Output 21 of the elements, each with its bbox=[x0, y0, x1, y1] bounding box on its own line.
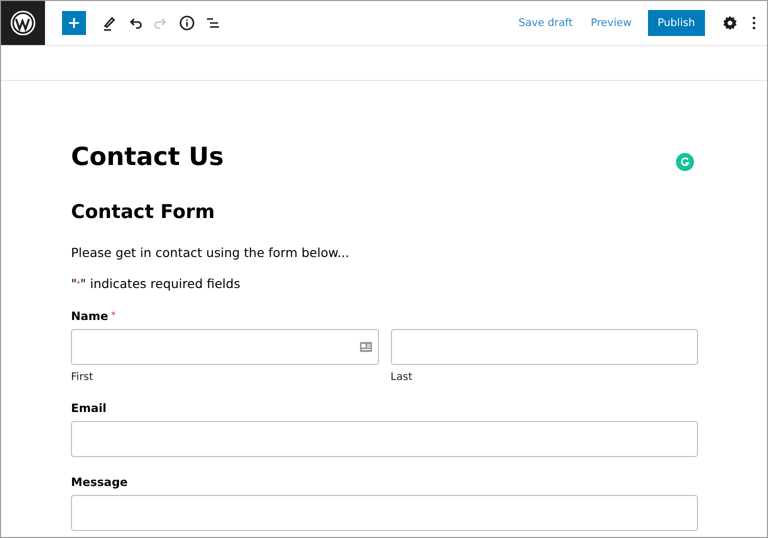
contact-card-icon bbox=[360, 342, 372, 352]
field-label: Email bbox=[71, 401, 106, 415]
required-fields-note: "$^{*}$" indicates required fields bbox=[71, 276, 242, 291]
field-sublabel: Last bbox=[390, 371, 414, 383]
field-sublabel: First bbox=[71, 371, 94, 383]
form-title: Contact Form bbox=[71, 201, 216, 223]
text-field[interactable] bbox=[71, 329, 378, 365]
preview-button[interactable]: Preview bbox=[584, 11, 638, 35]
add-block-button[interactable] bbox=[62, 11, 86, 35]
page-title: Contact Us bbox=[71, 142, 224, 170]
intro-text: Please get in contact using the form below... bbox=[71, 245, 350, 260]
required-asterisk: * bbox=[111, 311, 116, 321]
text-field[interactable] bbox=[390, 329, 698, 365]
wordpress-logo-icon[interactable] bbox=[1, 1, 45, 45]
publish-button[interactable]: Publish bbox=[648, 10, 705, 36]
text-field[interactable] bbox=[71, 421, 698, 457]
text-field[interactable] bbox=[71, 495, 698, 531]
field-label: Name bbox=[71, 309, 108, 323]
field-label: Message bbox=[71, 475, 128, 489]
save-draft-button[interactable]: Save draft bbox=[512, 11, 579, 35]
plus-icon bbox=[68, 17, 80, 29]
